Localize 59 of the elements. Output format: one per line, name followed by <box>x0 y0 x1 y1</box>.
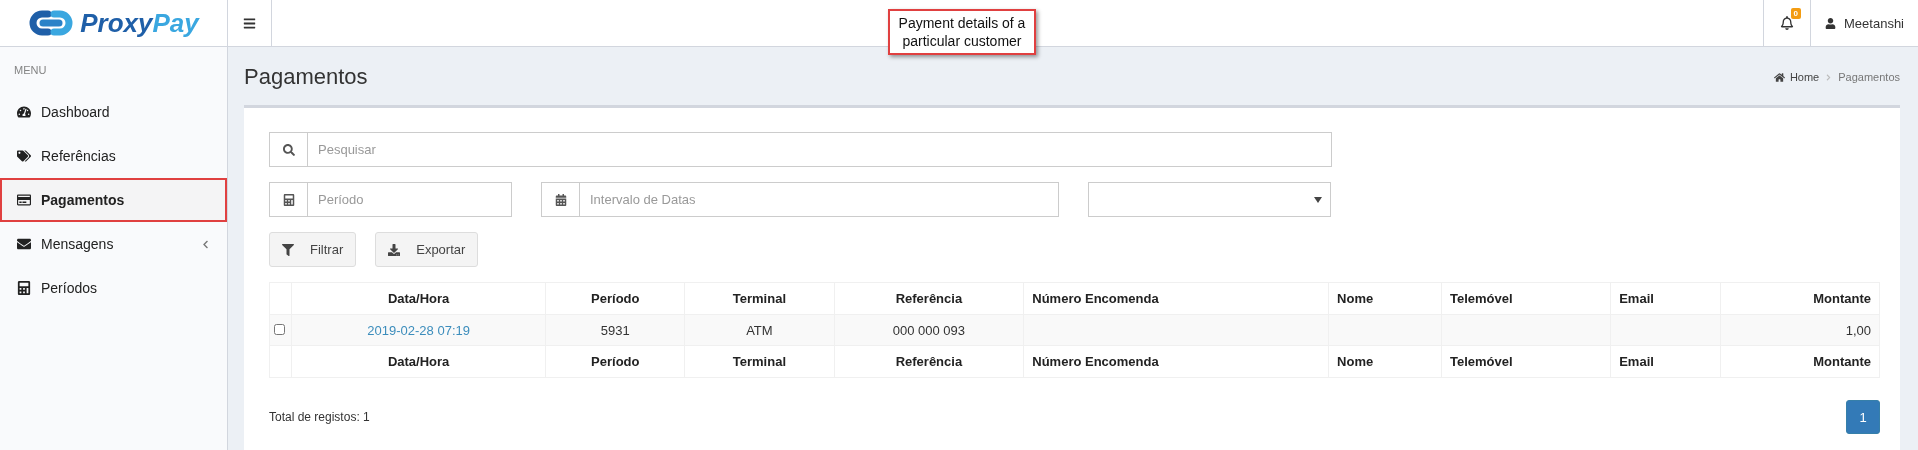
column-header: Período <box>545 282 685 315</box>
calculator-icon <box>17 281 31 295</box>
search-icon <box>282 143 295 156</box>
sidebar-item[interactable]: Mensagens <box>0 222 227 266</box>
home-icon <box>1773 71 1785 83</box>
column-header: Terminal <box>684 345 834 378</box>
table-cell: ATM <box>746 322 773 338</box>
sidebar-item[interactable]: Períodos <box>0 266 227 310</box>
action-button[interactable]: Exportar <box>375 232 479 267</box>
page-title: Pagamentos <box>244 64 368 90</box>
bell-icon <box>1780 16 1794 30</box>
breadcrumb-link[interactable]: Home <box>1773 71 1820 83</box>
breadcrumb-current: Pagamentos <box>1838 71 1900 83</box>
column-header: Número Encomenda <box>1023 345 1329 378</box>
column-header: Montante <box>1720 282 1880 315</box>
credit-card-icon <box>17 193 31 207</box>
download-icon <box>388 243 401 256</box>
menu-icon[interactable] <box>243 16 256 30</box>
sidebar-item[interactable]: Pagamentos <box>0 178 227 222</box>
table-cell: 1,00 <box>1845 322 1871 338</box>
column-header: Email <box>1610 282 1721 315</box>
column-header: Referência <box>834 282 1024 315</box>
column-header: Data/Hora <box>291 345 546 378</box>
caret-icon <box>1314 196 1322 203</box>
sidebar-item[interactable]: Dashboard <box>0 90 227 134</box>
column-header: Telemóvel <box>1441 345 1611 378</box>
column-header: Número Encomenda <box>1023 282 1329 315</box>
notification-count: 0 <box>1790 8 1801 19</box>
page-button[interactable]: 1 <box>1846 400 1880 434</box>
tags-icon <box>17 149 31 163</box>
column-header: Montante <box>1720 345 1880 378</box>
column-header: Email <box>1610 345 1721 378</box>
sidebar-item[interactable]: Referências <box>0 134 227 178</box>
annotation-callout: Payment details of a particular customer <box>888 9 1036 55</box>
table-cell: 000 000 093 <box>892 322 966 338</box>
column-header: Referência <box>834 345 1024 378</box>
envelope-icon <box>17 237 31 251</box>
calculator-icon <box>282 193 295 206</box>
column-header: Data/Hora <box>291 282 546 315</box>
row-checkbox[interactable] <box>274 323 285 335</box>
brand-name: ProxyPay <box>80 7 199 39</box>
column-header: Telemóvel <box>1441 282 1611 315</box>
user-icon <box>1825 17 1836 29</box>
logo-icon <box>28 8 75 38</box>
column-header: Terminal <box>684 282 834 315</box>
filter-icon <box>282 243 294 256</box>
chevron-icon <box>1825 73 1833 81</box>
date-range-field[interactable]: Intervalo de Datas <box>579 182 1059 217</box>
action-button[interactable]: Filtrar <box>269 232 357 267</box>
calendar-icon <box>554 193 567 206</box>
search-field[interactable]: Pesquisar <box>307 132 1332 167</box>
column-header: Período <box>545 345 685 378</box>
table-cell: 5931 <box>600 322 630 338</box>
menu-heading: MENU <box>13 63 48 78</box>
column-header: Nome <box>1328 345 1442 378</box>
record-total: Total de registos: 1 <box>269 409 370 424</box>
period-field[interactable]: Período <box>307 182 512 217</box>
column-header: Nome <box>1328 282 1442 315</box>
gauge-icon <box>17 105 31 119</box>
